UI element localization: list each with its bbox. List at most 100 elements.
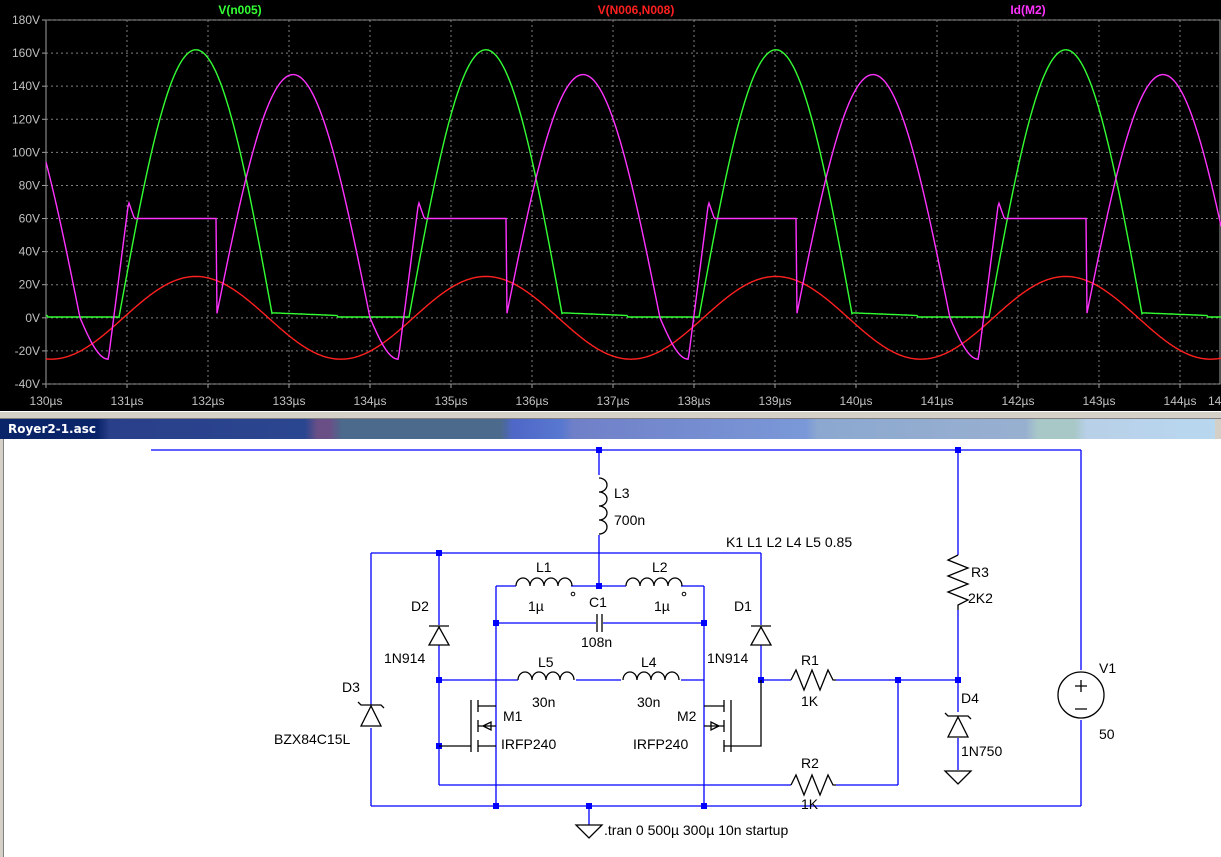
junction-dot <box>436 550 442 556</box>
waveform-plot-pane[interactable]: 180V 160V 140V 120V 100V 80V 60V 40V 20V 0V -20V -4… <box>0 0 1221 411</box>
junction-dot <box>493 803 499 809</box>
label-L4-ref: L4 <box>641 654 657 670</box>
dot-L2 <box>681 591 687 597</box>
label-L1-ref: L1 <box>536 559 552 575</box>
label-D1-ref: D1 <box>734 598 752 614</box>
y-tick-label: -40V <box>15 377 40 391</box>
x-tick-label: 130µs <box>30 394 63 408</box>
label-C1-value: 108n <box>581 634 612 650</box>
junction-dot <box>493 620 499 626</box>
junction-dot <box>895 677 901 683</box>
schematic-pane[interactable]: L3 700n L1 1µ L2 1µ C1 108n L5 30n L4 30n D2 1N914 D1 1… <box>3 439 1221 857</box>
junction-dot <box>436 677 442 683</box>
trace-label-0: V(n005) <box>218 3 261 17</box>
x-tick-label: 141µs <box>921 394 954 408</box>
spice-directive-tran: .tran 0 500µ 300µ 10n startup <box>604 822 788 838</box>
trace-label-2: Id(M2) <box>1010 3 1045 17</box>
label-R3-ref: R3 <box>971 564 989 580</box>
inductor-L3 <box>598 477 608 535</box>
y-tick-label: 180V <box>12 13 40 27</box>
y-tick-label: 120V <box>12 112 40 126</box>
series-line-V(n005) <box>45 49 1221 319</box>
junction-dot <box>701 803 707 809</box>
label-R2-value: 1K <box>801 796 819 812</box>
junction-dot <box>955 677 961 683</box>
y-tick-label: 80V <box>19 178 40 192</box>
ground-symbol-D4 <box>943 770 973 785</box>
label-D3-value: BZX84C15L <box>274 731 350 747</box>
dot-L1 <box>570 591 576 597</box>
window-title: Royer2-1.asc <box>8 422 96 436</box>
label-R2-ref: R2 <box>801 755 819 771</box>
diode-D1 <box>749 625 773 646</box>
x-tick-label: 138µs <box>678 394 711 408</box>
voltage-source-V1-polarity <box>1075 680 1087 710</box>
mosfet-M1 <box>439 700 496 752</box>
zener-D3 <box>357 701 385 727</box>
label-V1-ref: V1 <box>1099 660 1116 676</box>
label-D4-ref: D4 <box>961 690 979 706</box>
ground-symbol-main <box>574 824 604 839</box>
diode-D2 <box>427 625 451 646</box>
window-edge-button[interactable] <box>1215 419 1221 439</box>
label-M2-ref: M2 <box>677 708 697 724</box>
label-R3-value: 2K2 <box>968 590 993 606</box>
label-D3-ref: D3 <box>342 679 360 695</box>
x-tick-label-clipped: 14 <box>1208 394 1221 408</box>
y-tick-label: 140V <box>12 79 40 93</box>
x-tick-label: 144µs <box>1164 394 1197 408</box>
x-tick-label: 137µs <box>597 394 630 408</box>
spice-directive-coupling: K1 L1 L2 L4 L5 0.85 <box>726 534 852 550</box>
label-R1-value: 1K <box>801 693 819 709</box>
label-M1-ref: M1 <box>503 708 523 724</box>
y-tick-label: 60V <box>19 212 40 226</box>
y-tick-label: 100V <box>12 145 40 159</box>
y-tick-label: 40V <box>19 245 40 259</box>
zener-D4 <box>944 712 972 738</box>
label-L1-value: 1µ <box>528 598 544 614</box>
junction-dot <box>955 447 961 453</box>
y-tick-label: -20V <box>15 344 40 358</box>
y-tick-label: 160V <box>12 46 40 60</box>
y-tick-label: 20V <box>19 278 40 292</box>
resistor-R3 <box>946 554 970 610</box>
label-C1-ref: C1 <box>589 594 607 610</box>
x-tick-label: 132µs <box>192 394 225 408</box>
inductor-L5 <box>517 671 575 681</box>
waveform-chart[interactable]: 180V 160V 140V 120V 100V 80V 60V 40V 20V 0V -20V -4… <box>0 0 1221 411</box>
voltage-source-V1 <box>1057 671 1105 719</box>
pane-splitter[interactable] <box>0 411 1221 419</box>
trace-label-1: V(N006,N008) <box>598 3 675 17</box>
label-L2-value: 1µ <box>654 598 670 614</box>
label-L5-ref: L5 <box>538 654 554 670</box>
x-tick-label: 142µs <box>1002 394 1035 408</box>
inductor-L2 <box>625 577 683 587</box>
label-D2-ref: D2 <box>411 598 429 614</box>
x-tick-label: 136µs <box>516 394 549 408</box>
label-L4-value: 30n <box>637 694 660 710</box>
label-V1-value: 50 <box>1099 726 1115 742</box>
schematic-titlebar[interactable]: Royer2-1.asc <box>0 419 1221 439</box>
label-M1-value: IRFP240 <box>501 736 556 752</box>
label-M2-value: IRFP240 <box>633 736 688 752</box>
label-L2-ref: L2 <box>652 559 668 575</box>
junction-dot <box>701 620 707 626</box>
resistor-R2 <box>790 773 836 797</box>
label-L3-value: 700n <box>614 512 645 528</box>
label-D2-value: 1N914 <box>384 650 425 666</box>
inductor-L1 <box>515 577 573 587</box>
y-tick-label: 0V <box>25 311 40 325</box>
x-tick-label: 133µs <box>273 394 306 408</box>
junction-dot <box>596 583 602 589</box>
x-tick-label: 143µs <box>1083 394 1116 408</box>
capacitor-C1 <box>596 614 603 632</box>
label-D1-value: 1N914 <box>707 650 748 666</box>
resistor-R1 <box>790 668 836 692</box>
inductor-L4 <box>622 671 680 681</box>
schematic-canvas[interactable]: L3 700n L1 1µ L2 1µ C1 108n L5 30n L4 30n D2 1N914 D1 1… <box>4 439 1221 857</box>
label-R1-ref: R1 <box>801 652 819 668</box>
x-tick-label: 131µs <box>111 394 144 408</box>
mosfet-M2 <box>704 680 762 752</box>
label-D4-value: 1N750 <box>961 743 1002 759</box>
x-tick-label: 134µs <box>354 394 387 408</box>
